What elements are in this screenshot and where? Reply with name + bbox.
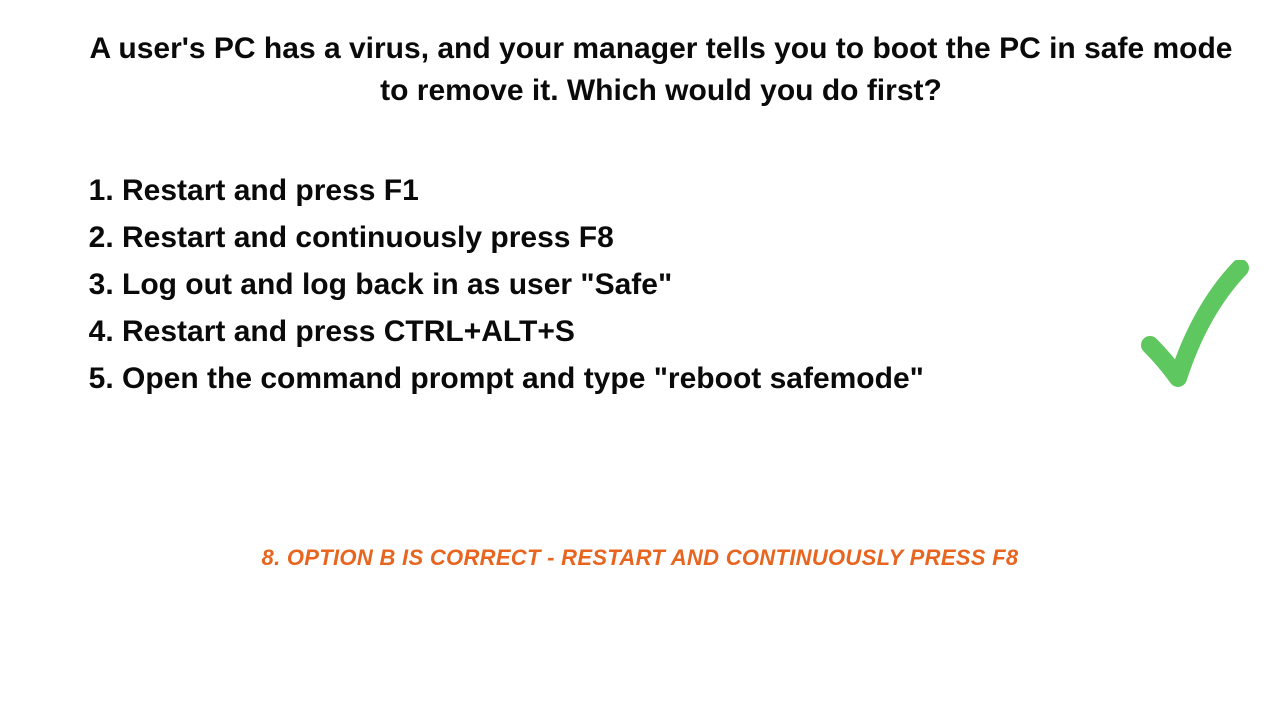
options-list: Restart and press F1 Restart and continu… [88,168,924,403]
option-1: Restart and press F1 [122,168,924,213]
option-2: Restart and continuously press F8 [122,215,924,260]
option-3: Log out and log back in as user "Safe" [122,262,924,307]
answer-text: 8. Option B is correct - Restart and con… [0,545,1280,571]
checkmark-icon [1140,260,1250,390]
option-5: Open the command prompt and type "reboot… [122,356,924,401]
question-text: A user's PC has a virus, and your manage… [72,28,1250,112]
option-4: Restart and press CTRL+ALT+S [122,309,924,354]
